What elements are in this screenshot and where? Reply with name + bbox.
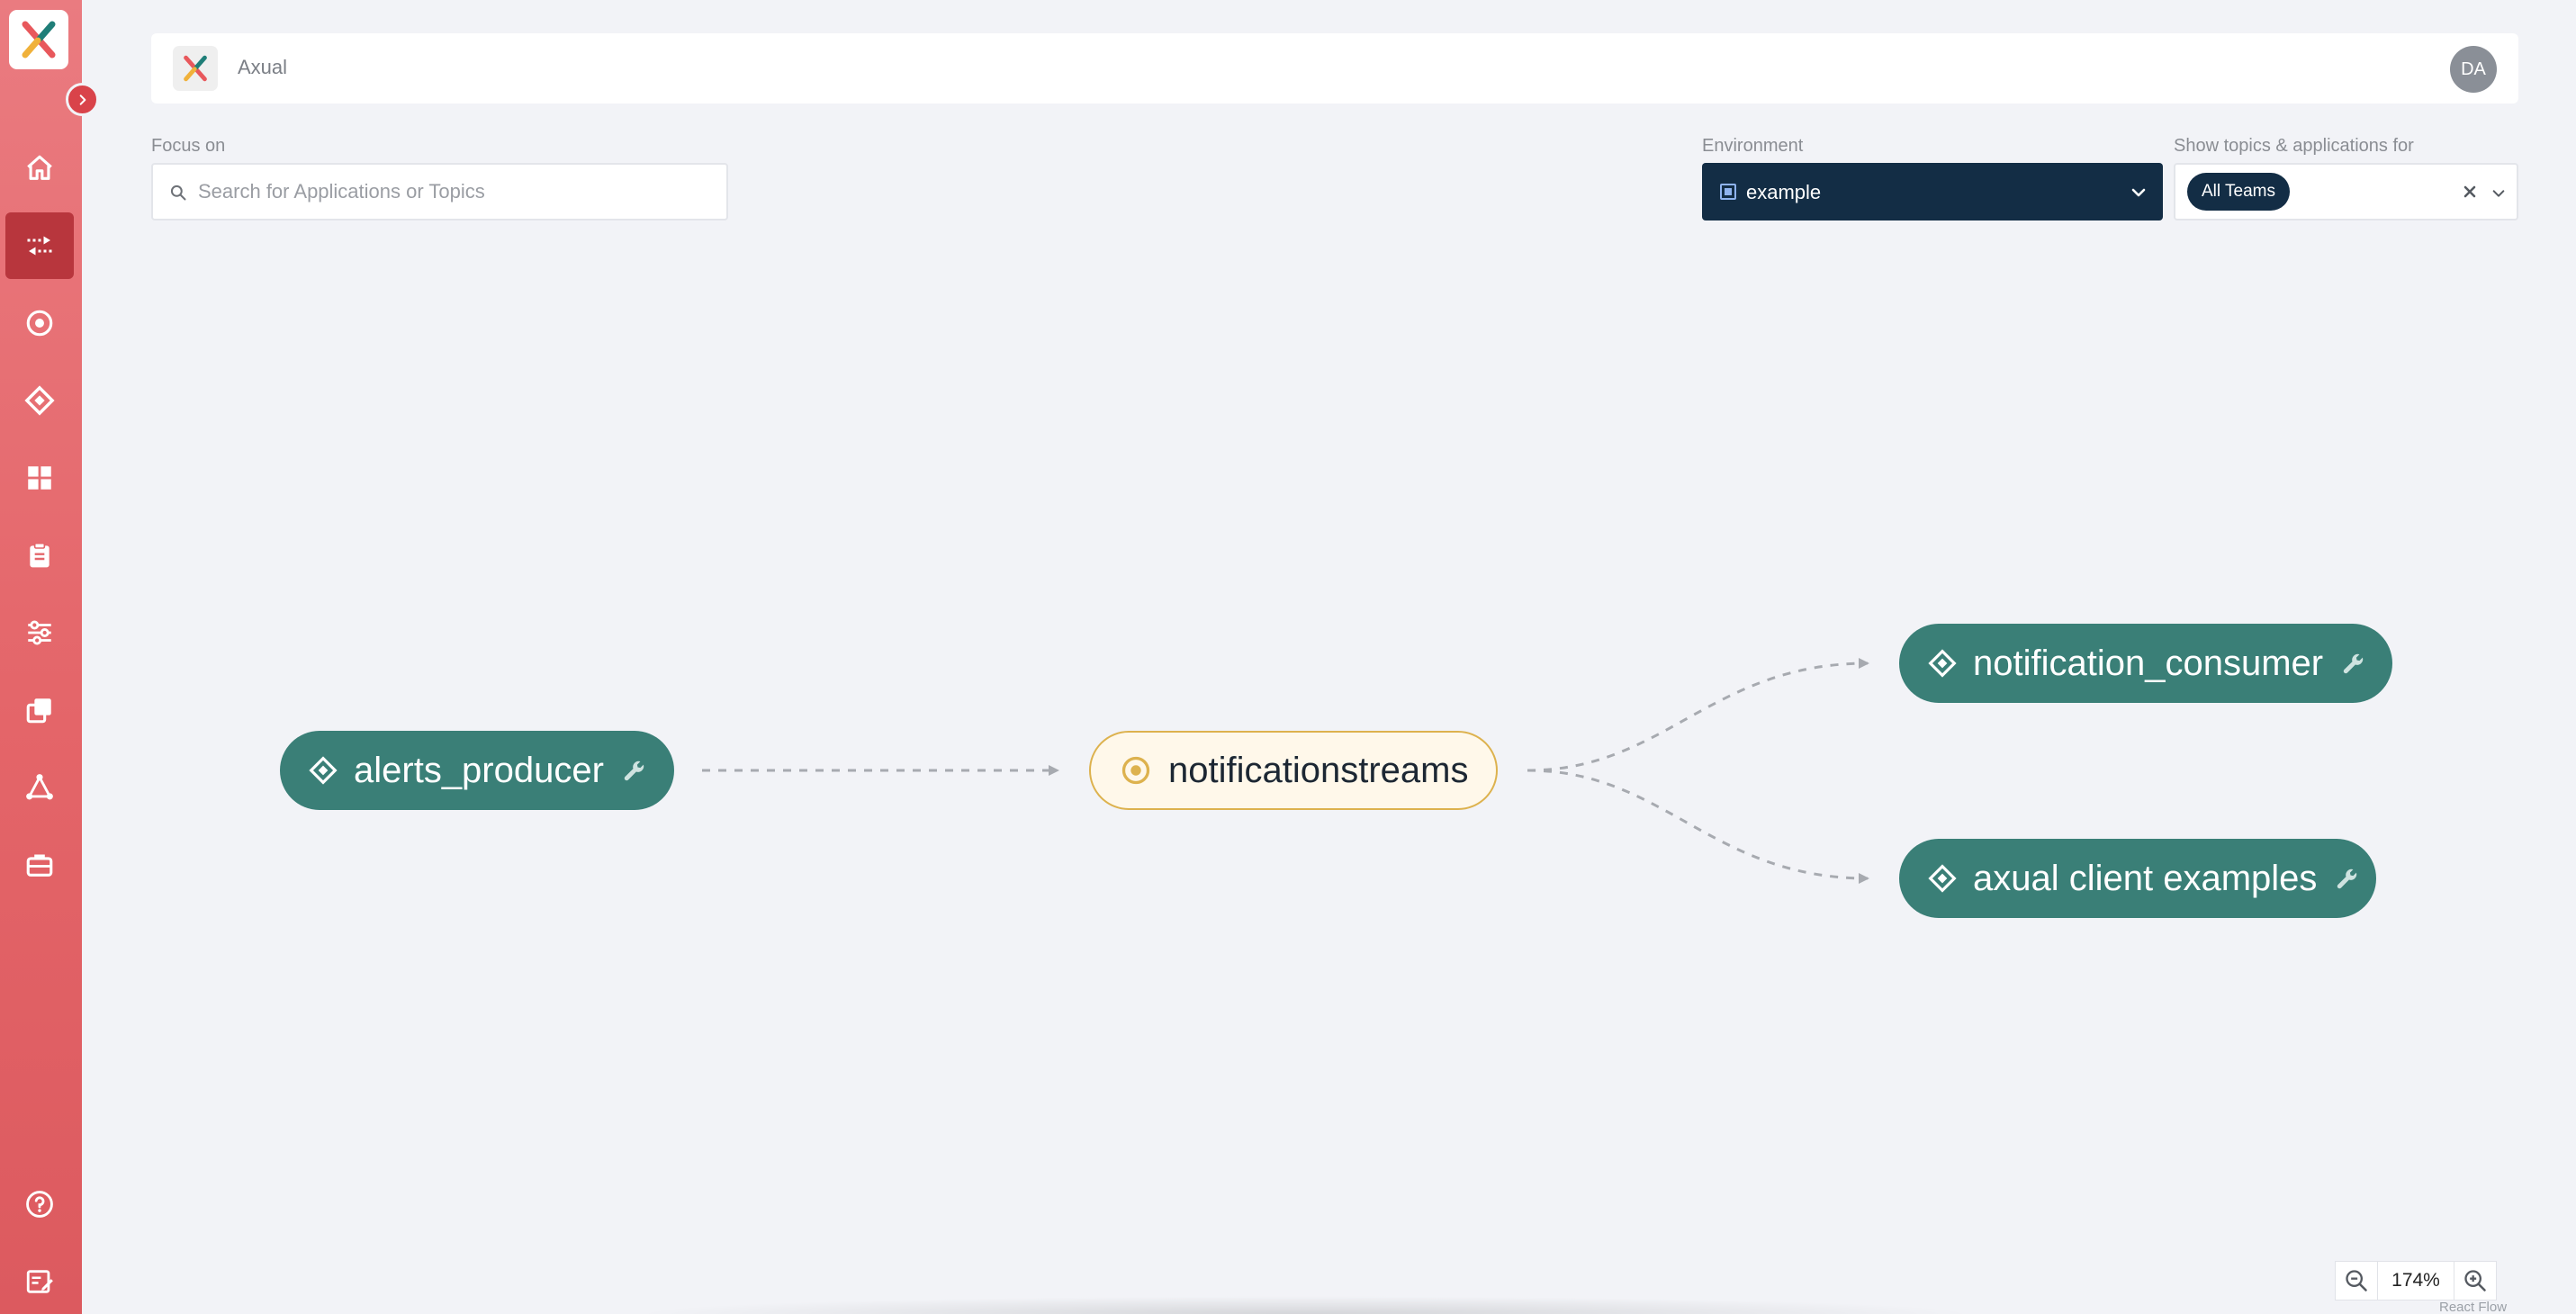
zoom-controls: 174% — [2335, 1261, 2497, 1300]
team-chip-all-teams[interactable]: All Teams — [2187, 173, 2291, 211]
application-icon — [1928, 649, 1957, 678]
home-icon — [27, 155, 52, 180]
node-notification-consumer[interactable]: notification_consumer — [1899, 624, 2392, 703]
data-flow-icon — [27, 236, 52, 256]
tenant-name: Axual — [238, 56, 288, 78]
zoom-out-icon — [2346, 1270, 2367, 1292]
application-icon — [24, 385, 55, 416]
sidebar-item-copy[interactable] — [5, 677, 74, 743]
zoom-in-button[interactable] — [2454, 1262, 2496, 1300]
sidebar-item-settings[interactable] — [5, 599, 74, 666]
chevron-down-icon[interactable] — [2491, 186, 2506, 201]
network-icon — [26, 774, 53, 800]
wrench-icon[interactable] — [622, 758, 647, 783]
help-icon — [26, 1191, 53, 1218]
teams-filter-select[interactable]: All Teams — [2174, 163, 2518, 220]
dashboard-icon — [28, 466, 51, 490]
node-alerts-producer[interactable]: alerts_producer — [280, 731, 674, 810]
environment-icon — [1720, 184, 1736, 200]
sidebar-item-network[interactable] — [5, 754, 74, 821]
environment-value: example — [1746, 181, 1822, 203]
sidebar-item-applications[interactable] — [5, 367, 74, 434]
chevron-down-icon — [2131, 188, 2146, 197]
axual-logo-icon — [184, 55, 207, 82]
application-icon — [309, 756, 338, 785]
topic-icon — [1121, 756, 1150, 785]
sidebar-item-feedback[interactable] — [5, 1248, 74, 1314]
topic-icon — [26, 310, 53, 337]
user-avatar[interactable]: DA — [2450, 46, 2497, 93]
sidebar-item-home[interactable] — [5, 135, 74, 202]
tenant-logo[interactable] — [173, 46, 218, 91]
node-label: alerts_producer — [354, 750, 604, 790]
bottom-shadow — [630, 1296, 1980, 1314]
sidebar-item-topics[interactable] — [5, 290, 74, 356]
focus-label: Focus on — [151, 136, 226, 156]
node-label: notificationstreams — [1168, 750, 1469, 790]
edge-notificationstreams-to-axual-client-examples — [1527, 769, 1869, 884]
application-icon — [1928, 864, 1957, 893]
sidebar-expand-button[interactable] — [66, 83, 99, 116]
clipboard-icon — [30, 542, 50, 568]
node-label: axual client examples — [1973, 858, 2318, 898]
search-field[interactable] — [151, 163, 728, 220]
node-label: notification_consumer — [1973, 643, 2324, 683]
sidebar-item-clipboard[interactable] — [5, 522, 74, 589]
feedback-icon — [26, 1270, 53, 1293]
environment-label: Environment — [1702, 136, 1804, 156]
axual-logo-icon — [22, 21, 56, 58]
wrench-icon[interactable] — [2341, 651, 2366, 676]
zoom-out-button[interactable] — [2336, 1262, 2377, 1300]
search-input[interactable] — [198, 166, 711, 217]
wrench-icon[interactable] — [2335, 866, 2360, 891]
sidebar-item-help[interactable] — [5, 1171, 74, 1238]
sidebar-item-data-flow[interactable] — [5, 212, 74, 279]
copy-icon — [26, 698, 51, 724]
edge-notificationstreams-to-notification-consumer — [1527, 658, 1869, 772]
sidebar — [0, 0, 82, 1314]
zoom-in-icon — [2464, 1270, 2486, 1292]
teams-filter-label: Show topics & applications for — [2174, 136, 2414, 156]
chevron-right-icon — [79, 94, 86, 105]
briefcase-icon — [26, 854, 53, 877]
node-axual-client-examples[interactable]: axual client examples — [1899, 839, 2376, 918]
axual-logo[interactable] — [9, 10, 68, 69]
environment-select[interactable]: example — [1702, 163, 2163, 220]
top-bar: Axual DA — [151, 33, 2518, 104]
search-icon — [170, 184, 186, 201]
clear-icon[interactable] — [2459, 181, 2481, 202]
react-flow-attribution[interactable]: React Flow — [2439, 1300, 2507, 1314]
sidebar-item-dashboard[interactable] — [5, 445, 74, 511]
node-notificationstreams[interactable]: notificationstreams — [1089, 731, 1498, 810]
sidebar-item-briefcase[interactable] — [5, 832, 74, 898]
settings-sliders-icon — [28, 620, 51, 645]
zoom-level: 174% — [2377, 1262, 2454, 1300]
